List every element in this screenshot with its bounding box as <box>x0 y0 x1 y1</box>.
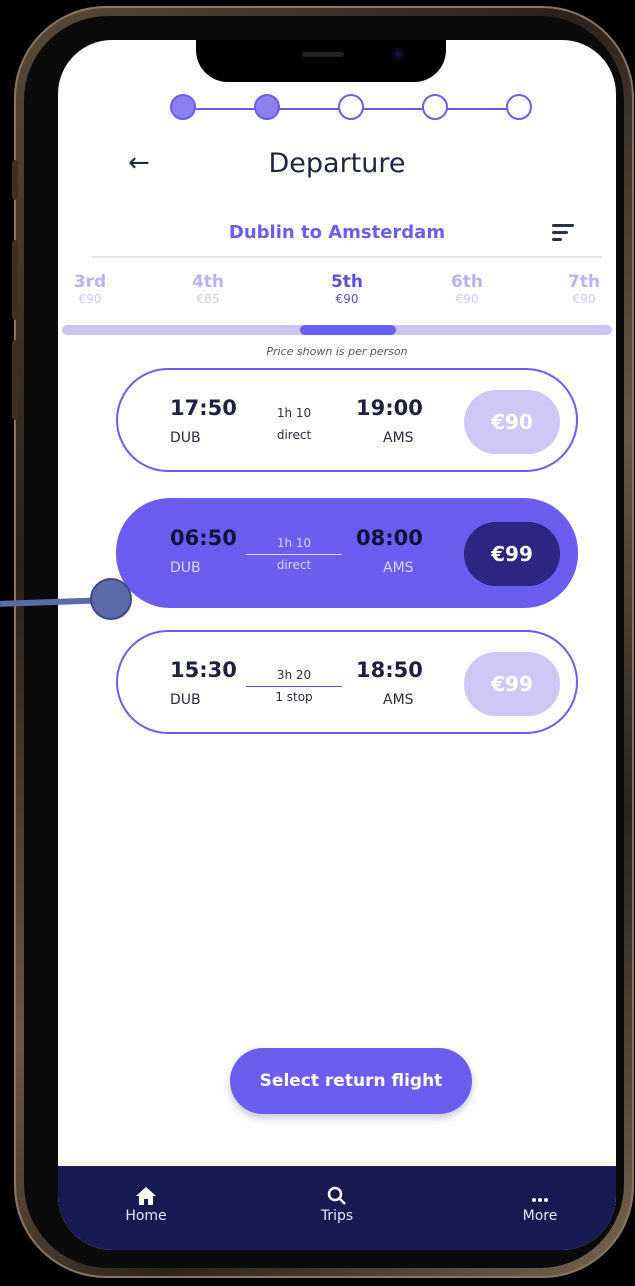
departure-time: 15:30 <box>170 658 237 682</box>
flight-card[interactable]: 17:50 DUB 1h 10 direct 19:00 AMS €90 <box>116 368 578 472</box>
price-button[interactable]: €99 <box>464 522 560 586</box>
price-button[interactable]: €99 <box>464 652 560 716</box>
flight-duration: 3h 20 <box>276 668 312 682</box>
step-4 <box>422 94 448 120</box>
sort-icon[interactable] <box>552 224 574 245</box>
progress-stepper <box>170 94 532 124</box>
departure-airport: DUB <box>170 560 201 576</box>
nav-label: Trips <box>320 1208 354 1224</box>
volume-up-button <box>12 240 18 320</box>
home-icon <box>96 1186 196 1208</box>
date-tab-7th[interactable]: 7th €90 <box>544 272 616 306</box>
flight-stops: direct <box>276 558 312 572</box>
date-price: €90 <box>572 292 596 306</box>
arrival-airport: AMS <box>383 560 414 576</box>
mute-switch <box>12 160 18 200</box>
date-price: €85 <box>196 292 220 306</box>
departure-time: 06:50 <box>170 526 237 550</box>
date-tab-4th[interactable]: 4th €85 <box>168 272 248 306</box>
date-day: 7th <box>567 272 601 292</box>
date-day: 6th <box>450 272 484 292</box>
date-tab-6th[interactable]: 6th €90 <box>427 272 507 306</box>
date-tab-3rd[interactable]: 3rd €90 <box>58 272 130 306</box>
departure-time: 17:50 <box>170 396 237 420</box>
flight-duration: 1h 10 <box>276 406 312 420</box>
step-3 <box>338 94 364 120</box>
date-day: 3rd <box>73 272 107 292</box>
search-icon <box>287 1186 387 1208</box>
flight-stops: direct <box>276 428 312 442</box>
departure-airport: DUB <box>170 692 201 708</box>
arrival-time: 08:00 <box>356 526 423 550</box>
date-day: 5th <box>330 272 364 292</box>
step-2 <box>254 94 280 120</box>
date-price: €90 <box>78 292 102 306</box>
departure-airport: DUB <box>170 430 201 446</box>
page-title: Departure <box>268 148 406 179</box>
volume-down-button <box>12 340 18 420</box>
step-1 <box>170 94 196 120</box>
price-button[interactable]: €90 <box>464 390 560 454</box>
nav-home[interactable]: Home <box>96 1186 196 1224</box>
divider <box>92 256 602 258</box>
date-price: €90 <box>455 292 479 306</box>
date-scroll-thumb[interactable] <box>300 325 396 335</box>
nav-more[interactable]: More <box>490 1186 590 1224</box>
date-day: 4th <box>191 272 225 292</box>
date-tab-5th[interactable]: 5th €90 <box>307 272 387 306</box>
route-label: Dublin to Amsterdam <box>228 222 446 243</box>
date-tabs: 3rd €90 4th €85 5th €90 6th €90 7th €90 <box>58 272 616 312</box>
flight-duration: 1h 10 <box>276 536 312 550</box>
speaker-grille <box>302 52 344 57</box>
phone-notch <box>196 40 446 82</box>
nav-label: More <box>522 1208 558 1224</box>
arrival-time: 18:50 <box>356 658 423 682</box>
flight-stops: 1 stop <box>275 690 313 704</box>
step-5 <box>506 94 532 120</box>
front-camera <box>392 48 404 60</box>
duration-divider <box>246 554 342 555</box>
date-price: €90 <box>335 292 359 306</box>
arrival-airport: AMS <box>383 430 414 446</box>
flight-card[interactable]: 15:30 DUB 3h 20 1 stop 18:50 AMS €99 <box>116 630 578 734</box>
flight-card-selected[interactable]: 06:50 DUB 1h 10 direct 08:00 AMS €99 <box>116 498 578 608</box>
duration-divider <box>246 686 342 687</box>
app-screen: ← Departure Dublin to Amsterdam 3rd €90 … <box>58 40 616 1250</box>
arrival-time: 19:00 <box>356 396 423 420</box>
nav-trips[interactable]: Trips <box>287 1186 387 1224</box>
price-note: Price shown is per person <box>266 345 408 358</box>
nav-label: Home <box>125 1208 167 1224</box>
annotation-pointer-dot <box>90 578 132 620</box>
bottom-nav: Home Trips More <box>58 1166 616 1250</box>
select-return-flight-button[interactable]: Select return flight <box>230 1048 472 1114</box>
more-icon <box>490 1186 590 1208</box>
arrival-airport: AMS <box>383 692 414 708</box>
